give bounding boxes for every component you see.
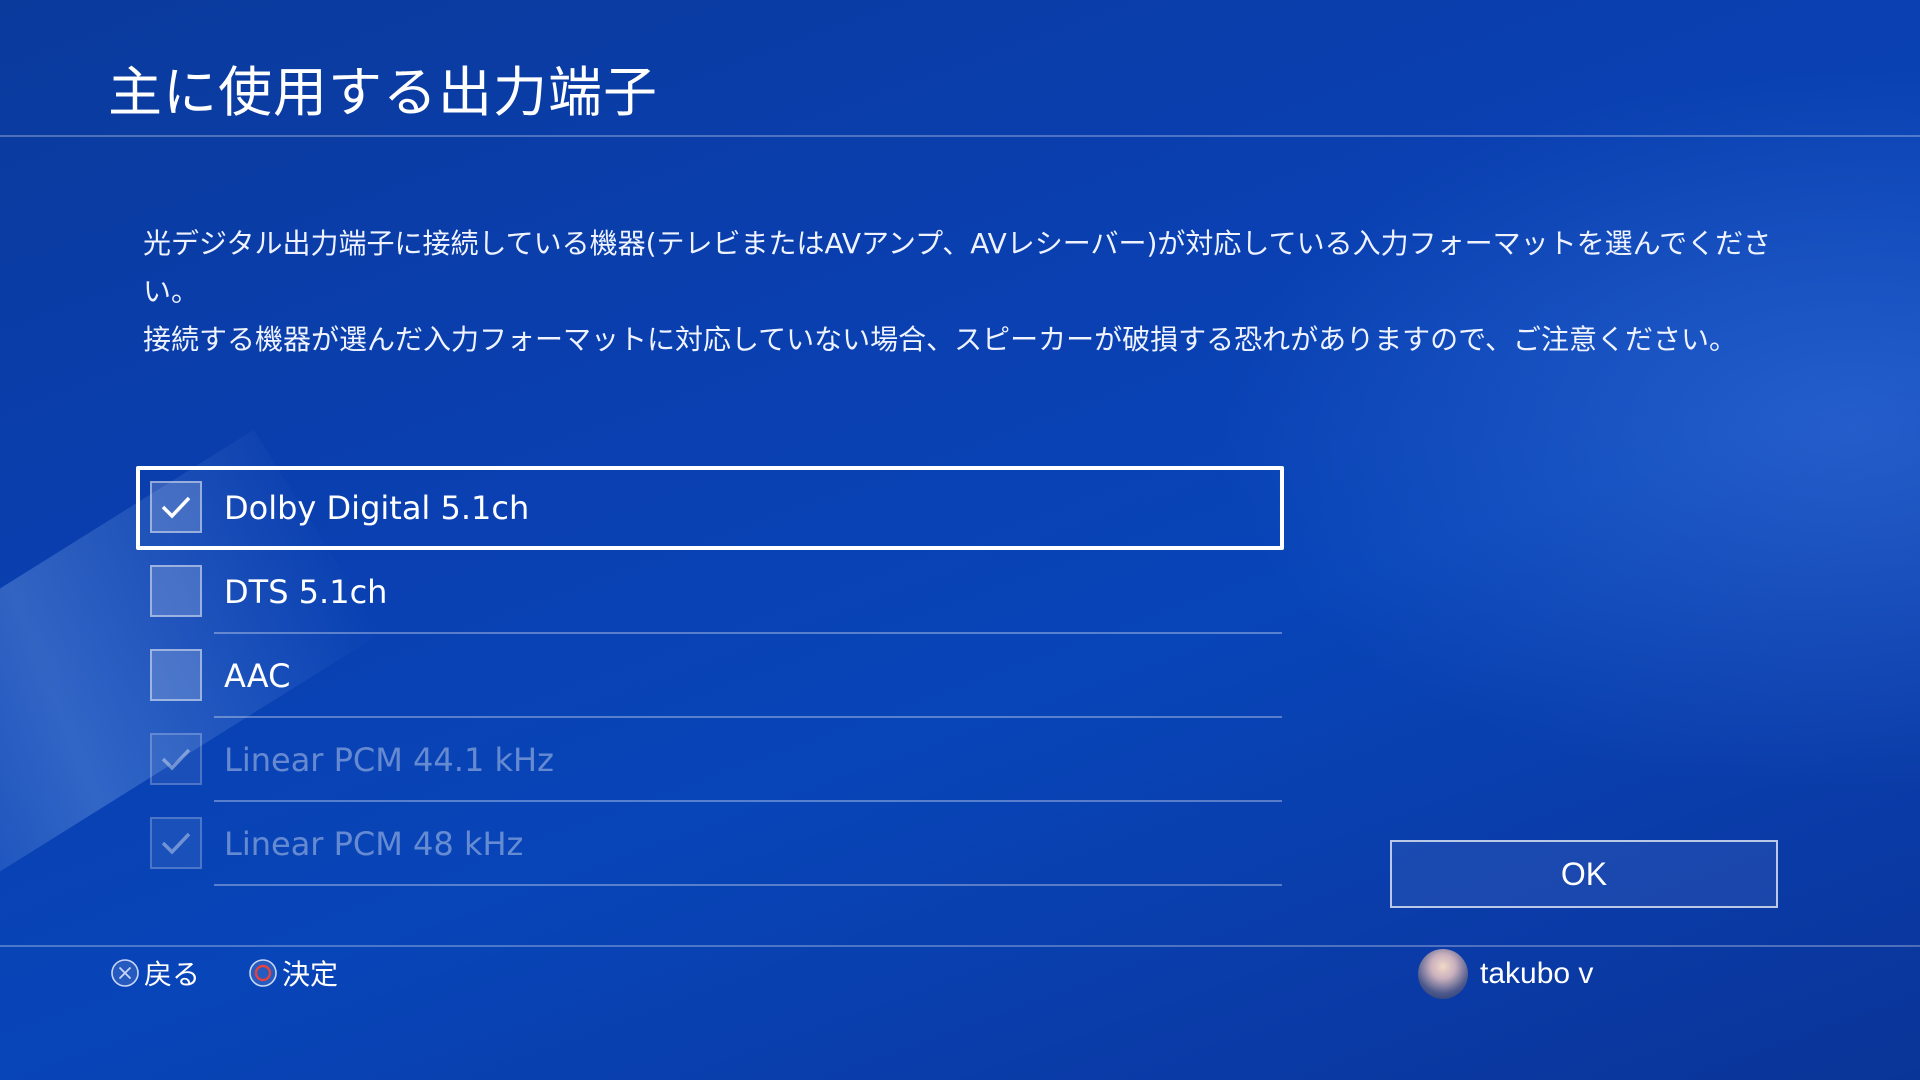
checkbox-dolby-digital[interactable] xyxy=(150,481,202,533)
checkmark-icon xyxy=(161,832,191,855)
description-paragraph-2: 接続する機器が選んだ入力フォーマットに対応していない場合、スピーカーが破損する恐… xyxy=(143,323,1738,356)
description-paragraph-1: 光デジタル出力端子に接続している機器(テレビまたはAVアンプ、AVレシーバー)が… xyxy=(143,227,1772,308)
checkbox-linear-pcm-44 xyxy=(150,733,202,785)
circle-button-icon xyxy=(249,959,277,987)
checkmark-icon xyxy=(161,748,191,771)
option-dts[interactable]: DTS 5.1ch xyxy=(138,550,1282,634)
ok-button[interactable]: OK xyxy=(1390,840,1778,908)
user-profile: takubo v xyxy=(1418,946,1593,1002)
option-divider xyxy=(214,884,1282,886)
option-label: Linear PCM 48 kHz xyxy=(224,825,524,863)
option-linear-pcm-44: Linear PCM 44.1 kHz xyxy=(138,718,1282,802)
option-label: Linear PCM 44.1 kHz xyxy=(224,741,554,779)
option-label: AAC xyxy=(224,657,291,695)
confirm-label: 決定 xyxy=(282,958,339,991)
option-label: Dolby Digital 5.1ch xyxy=(224,489,530,527)
footer-divider xyxy=(0,945,1920,947)
back-label: 戻る xyxy=(144,958,201,991)
description: 光デジタル出力端子に接続している機器(テレビまたはAVアンプ、AVレシーバー)が… xyxy=(143,220,1793,364)
checkmark-icon xyxy=(161,496,191,519)
username: takubo v xyxy=(1480,957,1594,990)
checkbox-aac[interactable] xyxy=(150,649,202,701)
format-option-list: Dolby Digital 5.1ch DTS 5.1ch AAC Linear… xyxy=(136,466,1284,886)
confirm-hint[interactable]: 決定 xyxy=(248,953,338,993)
option-linear-pcm-48: Linear PCM 48 kHz xyxy=(138,802,1282,886)
checkbox-linear-pcm-48 xyxy=(150,817,202,869)
option-dolby-digital[interactable]: Dolby Digital 5.1ch xyxy=(136,466,1284,550)
header-divider xyxy=(0,135,1920,137)
avatar xyxy=(1418,949,1468,999)
back-hint[interactable]: 戻る xyxy=(110,953,200,993)
page-title: 主に使用する出力端子 xyxy=(108,61,658,124)
checkbox-dts[interactable] xyxy=(150,565,202,617)
option-aac[interactable]: AAC xyxy=(138,634,1282,718)
option-label: DTS 5.1ch xyxy=(224,573,388,611)
cross-button-icon xyxy=(111,959,139,987)
